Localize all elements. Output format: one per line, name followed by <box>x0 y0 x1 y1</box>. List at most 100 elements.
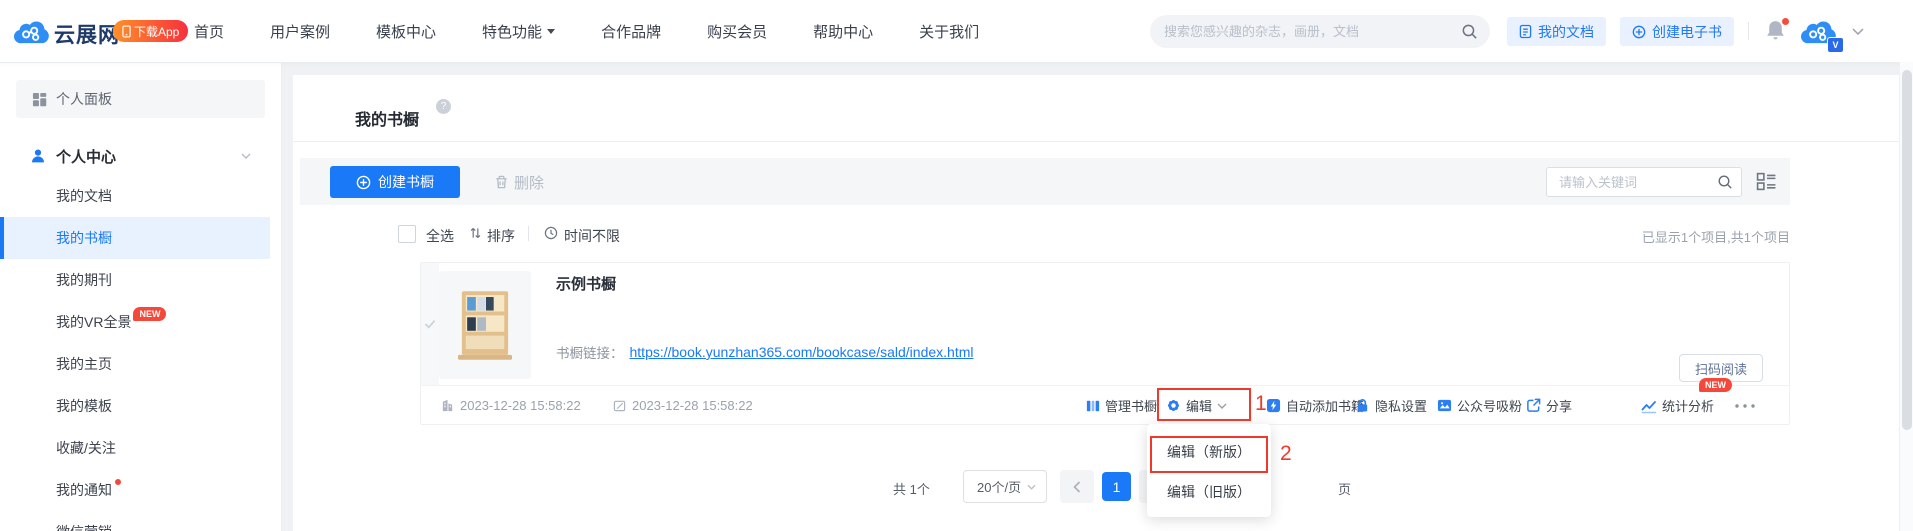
sidebar-item-my-docs[interactable]: 我的文档 <box>0 175 281 217</box>
sidebar-item-favorites[interactable]: 收藏/关注 <box>0 427 281 469</box>
create-bookcase-button[interactable]: 创建书橱 <box>330 166 460 198</box>
nav-item-templates[interactable]: 模板中心 <box>376 21 436 42</box>
lightning-icon <box>1266 398 1281 413</box>
lock-icon <box>1355 398 1370 413</box>
sidebar-item-my-journals[interactable]: 我的期刊 <box>0 259 281 301</box>
page-size-select[interactable]: 20个/页 <box>963 470 1047 503</box>
bookcase-thumbnail[interactable] <box>439 271 531 379</box>
wechat-fans-action[interactable]: 公众号吸粉 <box>1437 386 1522 425</box>
list-view-toggle-icon[interactable] <box>1756 172 1777 191</box>
prev-page-button[interactable] <box>1060 470 1094 503</box>
create-ebook-button[interactable]: 创建电子书 <box>1620 17 1734 46</box>
unread-dot <box>115 479 121 485</box>
search-icon[interactable] <box>1717 174 1733 190</box>
scrollbar-thumb[interactable] <box>1902 70 1912 430</box>
bookcase-link[interactable]: https://book.yunzhan365.com/bookcase/sal… <box>630 344 974 360</box>
person-icon <box>30 148 46 164</box>
nav-item-home[interactable]: 首页 <box>194 21 224 42</box>
privacy-settings-action[interactable]: 隐私设置 <box>1355 386 1427 425</box>
global-search-input[interactable] <box>1162 23 1461 40</box>
sort-icon[interactable] <box>469 226 482 240</box>
bookshelf-image <box>458 289 512 361</box>
share-action[interactable]: 分享 <box>1526 386 1572 425</box>
caret-down-icon <box>1027 484 1036 490</box>
check-icon <box>424 319 436 329</box>
caret-down-icon <box>547 29 555 34</box>
nav-item-cases[interactable]: 用户案例 <box>270 21 330 42</box>
vip-badge: V <box>1827 37 1844 53</box>
columns-icon <box>1086 399 1100 413</box>
keyword-search-input[interactable] <box>1557 174 1717 191</box>
edit-old-version-item[interactable]: 编辑（旧版） <box>1147 474 1271 510</box>
sidebar-item-dashboard[interactable]: 个人面板 <box>16 80 265 118</box>
stats-new-badge: NEW <box>1699 378 1732 392</box>
clock-icon[interactable] <box>544 226 558 240</box>
nav-item-about[interactable]: 关于我们 <box>919 21 979 42</box>
share-icon <box>1526 398 1541 413</box>
sidebar-item-my-homepage[interactable]: 我的主页 <box>0 343 281 385</box>
nav-item-partners[interactable]: 合作品牌 <box>601 21 661 42</box>
sidebar: 个人面板 个人中心 我的文档 我的书橱 我的期刊 我的VR全景 <box>0 62 282 531</box>
page-1-button[interactable]: 1 <box>1102 472 1131 501</box>
notifications-bell[interactable] <box>1765 19 1787 43</box>
edit-dropdown-menu: 编辑（新版） 编辑（旧版） <box>1147 424 1271 517</box>
bookcase-title: 示例书橱 <box>556 273 616 294</box>
keyword-search <box>1546 167 1742 197</box>
sidebar-item-wechat-marketing[interactable]: 微信营销 <box>0 511 281 531</box>
manage-bookcase-action[interactable]: 管理书橱 <box>1086 386 1157 425</box>
delete-button[interactable]: 删除 <box>494 166 544 198</box>
sidebar-section-personal-center[interactable]: 个人中心 <box>0 138 281 174</box>
my-docs-button[interactable]: 我的文档 <box>1507 17 1606 46</box>
sidebar-item-my-bookcase[interactable]: 我的书橱 <box>0 217 270 259</box>
scrollbar-track[interactable] <box>1899 62 1913 531</box>
sidebar-item-notifications[interactable]: 我的通知 <box>0 469 281 511</box>
card-select-strip[interactable] <box>421 263 439 385</box>
trash-icon <box>494 174 509 190</box>
nav-item-help[interactable]: 帮助中心 <box>813 21 873 42</box>
edit-action[interactable]: 编辑 <box>1166 386 1227 425</box>
select-all-checkbox[interactable] <box>398 225 416 243</box>
download-app-badge[interactable]: 下载App <box>113 20 188 42</box>
main-nav: 首页 用户案例 模板中心 特色功能 合作品牌 购买会员 帮助中心 关于我们 <box>194 0 979 62</box>
nav-divider <box>1748 22 1749 40</box>
chevron-left-icon <box>1073 481 1081 493</box>
ellipsis-icon <box>1734 403 1756 409</box>
logo-text[interactable]: 云展网 <box>54 19 120 49</box>
image-icon <box>1437 398 1452 413</box>
notification-dot <box>1782 18 1789 25</box>
link-label: 书橱链接： <box>556 342 624 362</box>
bookcase-card: 示例书橱 书橱链接： https://book.yunzhan365.com/b… <box>420 262 1790 425</box>
top-navbar: 云展网 下载App 首页 用户案例 模板中心 特色功能 合作品牌 购买会员 帮助… <box>0 0 1913 63</box>
account-chevron-icon[interactable] <box>1852 28 1864 35</box>
page-title: 我的书橱 <box>355 106 419 130</box>
nav-item-membership[interactable]: 购买会员 <box>707 21 767 42</box>
chevron-down-icon <box>1217 403 1227 409</box>
updated-timestamp: 2023-12-28 15:58:22 <box>613 386 753 425</box>
nav-item-features[interactable]: 特色功能 <box>482 21 555 42</box>
sidebar-item-my-templates[interactable]: 我的模板 <box>0 385 281 427</box>
document-icon <box>1519 24 1532 39</box>
items-count: 已显示1个项目,共1个项目 <box>1642 227 1790 246</box>
edit-new-version-item[interactable]: 编辑（新版） <box>1147 434 1271 470</box>
chevron-down-icon <box>241 153 251 159</box>
user-avatar[interactable]: V <box>1800 13 1840 51</box>
time-filter-label[interactable]: 时间不限 <box>564 226 620 246</box>
help-icon[interactable]: ? <box>436 99 451 114</box>
created-timestamp: 2023-12-28 15:58:22 <box>441 386 581 425</box>
sidebar-item-my-vr[interactable]: 我的VR全景 NEW <box>0 301 281 343</box>
search-icon[interactable] <box>1461 23 1478 40</box>
select-all-label[interactable]: 全选 <box>426 226 454 246</box>
auto-add-books-action[interactable]: 自动添加书籍 <box>1266 386 1364 425</box>
gear-icon <box>1166 398 1181 413</box>
filter-divider <box>528 226 529 241</box>
more-actions[interactable] <box>1734 386 1756 425</box>
plus-circle-icon <box>356 175 371 190</box>
sort-label[interactable]: 排序 <box>487 226 515 246</box>
card-action-bar: 2023-12-28 15:58:22 2023-12-28 15:58:22 … <box>421 385 1789 425</box>
building-icon <box>441 399 454 412</box>
plus-circle-icon <box>1632 25 1646 39</box>
new-badge: NEW <box>133 307 166 321</box>
logo-cloud-icon[interactable] <box>13 12 51 48</box>
annotation-number-1: 1 <box>1255 392 1267 416</box>
phone-icon <box>122 25 131 38</box>
